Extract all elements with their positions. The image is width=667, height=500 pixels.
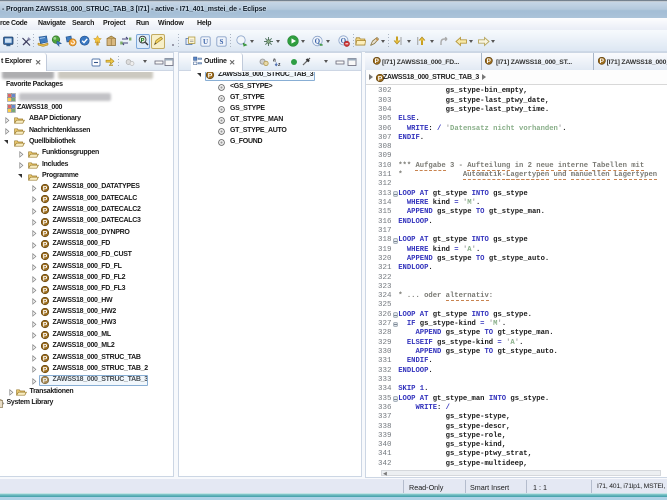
svg-text:a: a [273, 58, 276, 64]
svg-text:P: P [43, 276, 48, 283]
svg-text:P: P [43, 298, 48, 305]
svg-text:P: P [43, 185, 48, 192]
svg-text:S: S [220, 38, 224, 46]
svg-text:P: P [600, 59, 605, 66]
svg-text:P: P [43, 208, 48, 215]
svg-text:P: P [43, 219, 48, 226]
svg-text:z: z [278, 62, 281, 67]
svg-text:P: P [43, 230, 48, 237]
svg-text:P: P [43, 344, 48, 351]
svg-text:P: P [43, 242, 48, 249]
svg-text:P: P [43, 196, 48, 203]
svg-text:P: P [43, 264, 48, 271]
svg-text:P: P [141, 38, 145, 44]
svg-text:U: U [203, 38, 208, 46]
svg-text:P: P [43, 287, 48, 294]
svg-text:P: P [208, 73, 213, 80]
svg-text:P: P [43, 355, 48, 362]
svg-text:P: P [378, 75, 383, 82]
svg-text:P: P [43, 253, 48, 260]
svg-text:P: P [43, 321, 48, 328]
svg-text:P: P [43, 310, 48, 317]
svg-text:P: P [43, 332, 48, 339]
svg-text:P: P [43, 366, 48, 373]
svg-text:P: P [487, 59, 492, 66]
svg-text:P: P [374, 59, 379, 66]
